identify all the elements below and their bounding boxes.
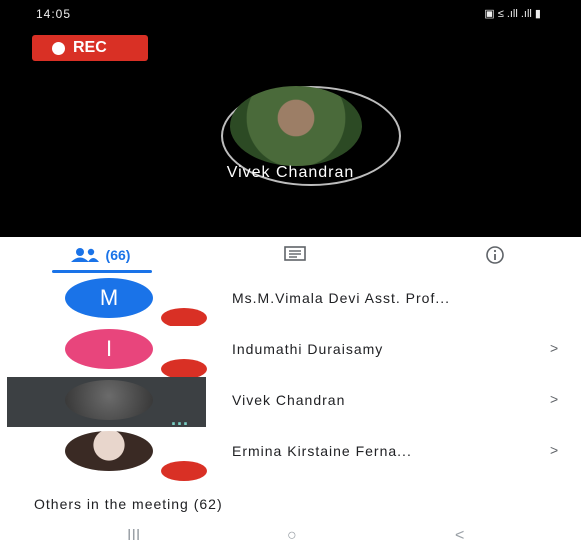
active-tab-indicator [52, 270, 152, 273]
speaking-indicator: ... [171, 409, 190, 429]
chat-icon [284, 246, 306, 261]
avatar [65, 431, 153, 471]
people-count: (66) [105, 247, 131, 263]
people-icon [70, 248, 99, 262]
participant-name: Vivek Chandran [232, 392, 346, 408]
tab-chat[interactable] [270, 237, 320, 273]
participant-name: Ermina Kirstaine Ferna... [232, 443, 412, 459]
participant-name: Indumathi Duraisamy [232, 341, 384, 357]
status-bar: 14:05 ▣ ≤ .ıll .ıll ▮ [0, 0, 581, 28]
info-icon [486, 246, 504, 264]
system-indicators: ▣ ≤ .ıll .ıll ▮ [484, 8, 541, 20]
participant-name: Ms.M.Vimala Devi Asst. Prof... [232, 290, 451, 306]
mic-off-icon [161, 461, 207, 481]
recents-icon[interactable]: III [127, 527, 140, 545]
avatar [65, 380, 153, 420]
recording-badge: REC [32, 35, 148, 61]
avatar-area: M [7, 275, 207, 328]
avatar-area [7, 428, 207, 481]
speaker-avatar [230, 86, 362, 166]
tab-bar: (66) [0, 237, 581, 273]
tab-people[interactable]: (66) [40, 237, 160, 273]
video-stage: 14:05 ▣ ≤ .ıll .ıll ▮ REC Vivek Chandran [0, 0, 581, 237]
avatar-area: I [7, 326, 207, 379]
tab-info[interactable] [470, 237, 520, 273]
avatar-area: ... [7, 377, 206, 429]
participant-row[interactable]: M Ms.M.Vimala Devi Asst. Prof... [0, 275, 581, 328]
mic-off-icon [161, 359, 207, 379]
record-dot-icon [52, 41, 65, 55]
recording-label: REC [73, 39, 107, 56]
speaker-name: Vivek Chandran [226, 164, 355, 181]
system-nav-bar: III ○ < [0, 522, 581, 552]
chevron-right-icon[interactable]: > [550, 391, 558, 407]
participant-row[interactable]: ... Vivek Chandran > [0, 377, 581, 429]
participant-row[interactable]: I Indumathi Duraisamy > [0, 326, 581, 379]
participant-row[interactable]: Ermina Kirstaine Ferna... > [0, 428, 581, 481]
home-icon[interactable]: ○ [287, 527, 297, 545]
others-section-heading: Others in the meeting (62) [34, 496, 223, 512]
chevron-right-icon[interactable]: > [550, 340, 558, 356]
avatar: I [65, 329, 153, 369]
chevron-right-icon[interactable]: > [550, 442, 558, 458]
mic-off-icon [161, 308, 207, 328]
back-icon[interactable]: < [455, 527, 464, 545]
avatar: M [65, 278, 153, 318]
clock: 14:05 [36, 7, 72, 21]
